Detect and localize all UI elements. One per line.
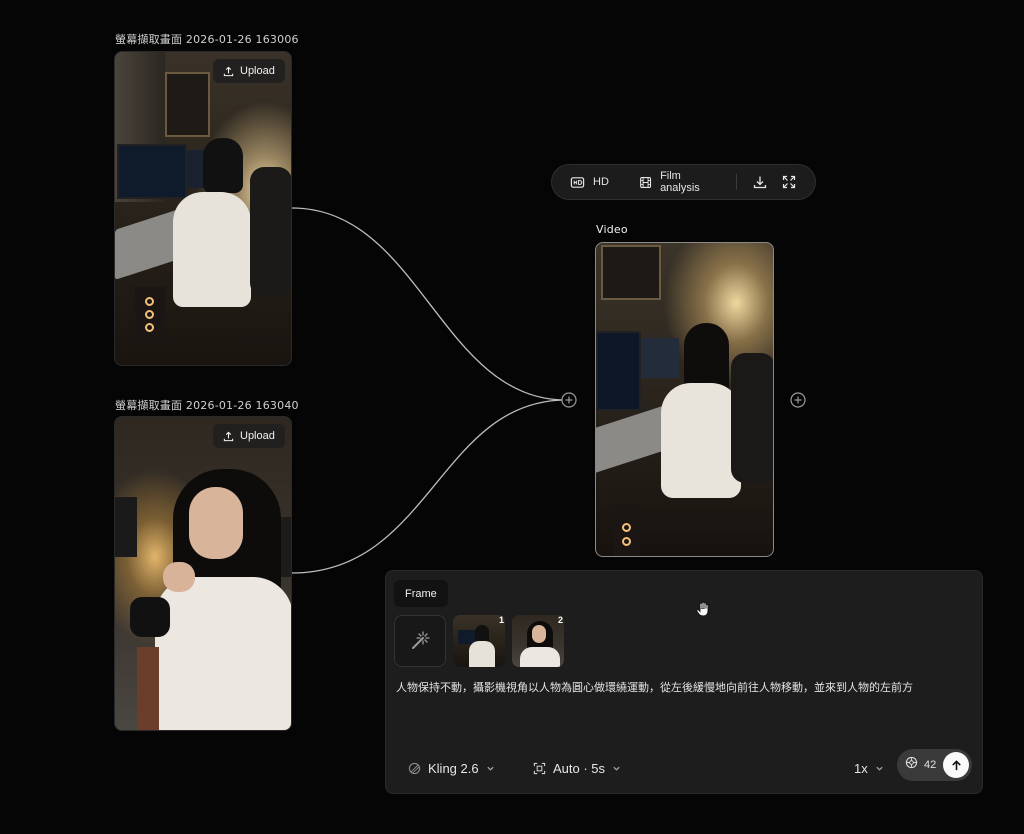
connector-image1-to-video [291,207,567,401]
hand-shape [163,562,195,592]
monitor-shape [117,144,187,199]
model-label: Kling 2.6 [428,760,479,776]
upload-button-image2[interactable]: Upload [213,424,285,448]
video-input-port[interactable] [561,392,577,408]
hd-label: HD [593,176,609,188]
chevron-down-icon [613,766,620,771]
image1-node[interactable]: Upload [114,51,292,366]
model-select[interactable]: Kling 2.6 [408,756,495,780]
plus-circle-icon [561,392,577,408]
video-toolbar: HD Film analysis [551,164,816,200]
arrow-up-icon [951,759,961,770]
frame-thumbnail-1[interactable]: 1 [453,615,505,667]
frame-thumbnail-2[interactable]: 2 [512,615,564,667]
upload-label: Upload [240,65,275,77]
fullscreen-icon [783,175,796,189]
speed-label: 1x [854,760,868,776]
face-shape [189,487,243,559]
hd-icon [570,176,585,188]
face-shape [532,625,546,643]
video-output-port[interactable] [790,392,806,408]
connector-image2-to-video [291,399,567,574]
wall-frame-shape [165,72,210,137]
duration-label: Auto · 5s [553,760,606,776]
duration-select[interactable]: Auto · 5s [533,756,621,780]
upload-button-image1[interactable]: Upload [213,59,285,83]
person-coat-shape [661,383,741,498]
film-analysis-button[interactable]: Film analysis [635,170,720,194]
download-icon [754,176,767,189]
person-coat-shape [155,577,291,730]
film-analysis-label: Film analysis [660,170,700,194]
fan-light-shape [145,297,154,306]
monitor-edge-shape [115,497,137,557]
prompt-options-bar: Kling 2.6 Auto · 5s 1x 42 [386,743,982,793]
sleeve-shape [130,597,170,637]
download-button[interactable] [749,169,772,195]
model-icon [408,762,421,774]
toolbar-divider [735,174,737,190]
image2-node[interactable]: Upload [114,416,292,731]
frame-size-icon [533,762,546,774]
upload-icon [223,66,234,76]
fan-light-shape [622,523,631,532]
upload-icon [223,431,234,441]
generate-button[interactable] [943,752,969,778]
person-coat-shape [520,647,560,667]
workflow-canvas[interactable]: 螢幕擷取畫面 2026-01-26 163006 Upload 螢幕擷取畫面 2… [0,0,1024,834]
chair-arm-shape [137,647,159,730]
generate-group: 42 [897,749,972,781]
monitor-shape [596,331,641,411]
upload-label: Upload [240,430,275,442]
magic-wand-button[interactable] [394,615,446,667]
credits-icon [905,756,918,774]
chevron-down-icon [876,766,883,771]
chair-shape [250,167,291,297]
person-coat-shape [469,641,495,667]
hand-cursor-icon [696,601,709,617]
monitor2-shape [641,338,679,378]
thumb-number: 1 [498,615,504,625]
fullscreen-button[interactable] [778,169,801,195]
thumb-number: 2 [557,615,563,625]
frame-tab[interactable]: Frame [394,580,448,607]
prompt-panel: Frame 1 2 人物保持不動，攝影機視角以人物為圓心做環繞運動，從左後緩慢地… [385,570,983,794]
fan-light-shape [145,323,154,332]
chevron-down-icon [486,766,494,771]
image1-title: 螢幕擷取畫面 2026-01-26 163006 [115,33,299,46]
image2-title: 螢幕擷取畫面 2026-01-26 163040 [115,399,299,412]
video-title: Video [596,223,628,236]
chair-shape [731,353,773,483]
video-node[interactable] [595,242,774,557]
plus-circle-icon [790,392,806,408]
magic-wand-icon [412,631,430,649]
person-coat-shape [173,192,251,307]
fan-light-shape [145,310,154,319]
hair-shape [203,138,243,193]
fan-light-shape [622,537,631,546]
film-icon [640,176,651,188]
hd-button[interactable]: HD [566,175,613,190]
prompt-textarea[interactable]: 人物保持不動，攝影機視角以人物為圓心做環繞運動，從左後緩慢地向前往人物移動，並來… [396,680,968,695]
speed-select[interactable]: 1x [854,756,884,780]
wall-frame-shape [601,245,661,300]
credits-count: 42 [924,759,937,771]
